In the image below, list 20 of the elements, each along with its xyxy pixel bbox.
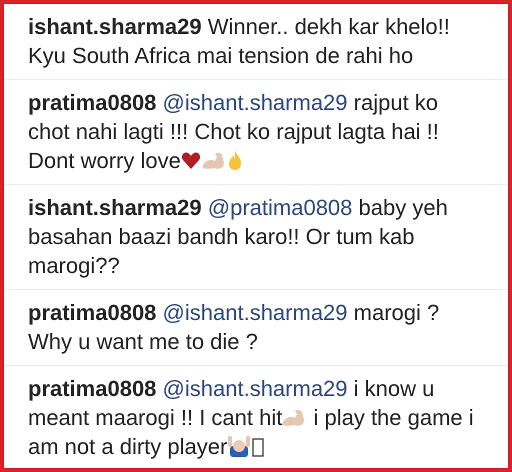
mention-link[interactable]: @ishant.sharma29 — [162, 376, 348, 401]
username-link[interactable]: ishant.sharma29 — [28, 14, 202, 39]
comment-text: pratima0808 @ishant.sharma29 rajput ko chot nahi lagti !!! Chot ko rajput lagta hai !! Dont worry love — [28, 89, 440, 175]
mention-link[interactable]: @ishant.sharma29 — [162, 300, 348, 325]
person-raising-hands-icon — [227, 435, 252, 457]
mention-link[interactable]: @ishant.sharma29 — [162, 90, 348, 115]
heart-icon — [180, 151, 201, 171]
comment-text: ishant.sharma29 Winner.. dekh kar khelo!! Kyu South Africa mai tension de rahi ho — [28, 13, 451, 70]
username-link[interactable]: pratima0808 — [28, 376, 156, 401]
flexed-arm-icon — [282, 408, 306, 428]
mention-link[interactable]: @pratima0808 — [208, 195, 352, 220]
comment-text: ishant.sharma29 @pratima0808 baby yeh basahan baazi bandh karo!! Or tum kab marogi?? — [28, 194, 449, 280]
comment-text: pratima0808 @ishant.sharma29 i know u meant maarogi !! I cant hit i play the game i am not a dirty player — [28, 375, 475, 461]
username-link[interactable]: pratima0808 — [28, 300, 156, 325]
flexed-arm-icon — [202, 151, 226, 171]
username-link[interactable]: pratima0808 — [28, 90, 156, 115]
username-link[interactable]: ishant.sharma29 — [28, 195, 202, 220]
flame-icon — [226, 149, 243, 171]
comment-text: pratima0808 @ishant.sharma29 marogi ? Why u want me to die ? — [28, 299, 440, 356]
missing-glyph-icon — [252, 437, 264, 457]
